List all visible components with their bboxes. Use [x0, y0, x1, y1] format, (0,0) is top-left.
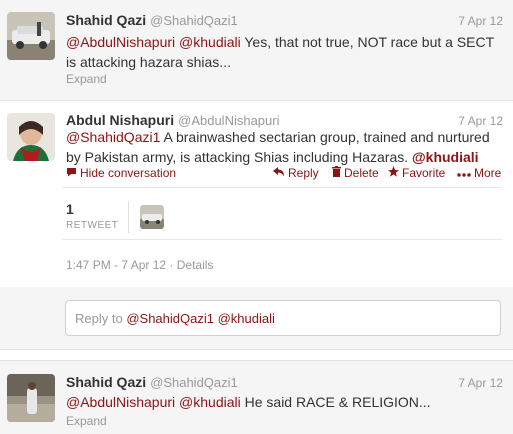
mention-link[interactable]: @AbdulNishapuri — [66, 394, 175, 410]
retweet-count[interactable]: 1 — [66, 201, 74, 217]
tweet-item-expanded: Abdul Nishapuri @AbdulNishapuri 7 Apr 12 … — [0, 101, 513, 288]
retweet-label: RETWEET — [66, 220, 119, 231]
author-name[interactable]: Shahid Qazi @ShahidQazi1 — [66, 374, 238, 390]
more-dots-icon — [457, 166, 471, 180]
author-handle[interactable]: @AbdulNishapuri — [178, 113, 279, 128]
expand-link[interactable]: Expand — [66, 414, 107, 428]
delete-button[interactable]: Delete — [332, 166, 379, 180]
tweet-item[interactable]: Shahid Qazi @ShahidQazi1 7 Apr 12 @AbdulN… — [0, 360, 513, 434]
tweet-date[interactable]: 7 Apr 12 — [458, 376, 503, 390]
mention-link[interactable]: @AbdulNishapuri — [66, 34, 175, 50]
tweet-text: @AbdulNishapuri @khudiali He said RACE &… — [66, 394, 431, 410]
mention-link[interactable]: @khudiali — [179, 394, 241, 410]
favorite-button[interactable]: Favorite — [388, 166, 445, 180]
mention-link[interactable]: @khudiali — [179, 34, 241, 50]
reply-box: Reply to @ShahidQazi1 @khudiali — [0, 287, 513, 350]
avatar[interactable] — [7, 12, 55, 60]
avatar[interactable] — [7, 374, 55, 422]
star-icon — [388, 166, 399, 180]
tweet-item[interactable]: Shahid Qazi @ShahidQazi1 7 Apr 12 @AbdulN… — [0, 0, 513, 101]
reply-arrow-icon — [273, 166, 285, 180]
retweeter-avatar[interactable] — [140, 205, 164, 229]
author-name[interactable]: Shahid Qazi @ShahidQazi1 — [66, 12, 238, 28]
divider — [62, 187, 502, 188]
expand-link[interactable]: Expand — [66, 72, 107, 86]
divider — [128, 201, 129, 233]
author-name[interactable]: Abdul Nishapuri @AbdulNishapuri — [66, 112, 279, 128]
trash-icon — [332, 166, 341, 180]
divider — [62, 239, 502, 240]
author-handle[interactable]: @ShahidQazi1 — [150, 13, 238, 28]
mention-link[interactable]: @ShahidQazi1 — [66, 129, 160, 145]
tweet-text: @ShahidQazi1 A brainwashed sectarian gro… — [66, 129, 490, 165]
mention-link: @ShahidQazi1 — [126, 311, 214, 326]
tweet-timestamp[interactable]: 1:47 PM - 7 Apr 12 — [66, 258, 166, 272]
tweet-actions: Hide conversation Reply Delete Favorite … — [66, 166, 506, 182]
tweet-date[interactable]: 7 Apr 12 — [458, 14, 503, 28]
avatar[interactable] — [7, 113, 55, 161]
tweet-date[interactable]: 7 Apr 12 — [458, 114, 503, 128]
tweet-timestamp-row: 1:47 PM - 7 Apr 12 · Details — [66, 258, 214, 272]
more-button[interactable]: More — [457, 166, 501, 180]
author-handle[interactable]: @ShahidQazi1 — [150, 375, 238, 390]
mention-link: @khudiali — [217, 311, 275, 326]
mention-link[interactable]: @khudiali — [412, 149, 479, 165]
hide-conversation-button[interactable]: Hide conversation — [66, 166, 176, 180]
speech-bubble-icon — [66, 166, 77, 180]
reply-input[interactable]: Reply to @ShahidQazi1 @khudiali — [65, 300, 501, 336]
details-link[interactable]: Details — [177, 258, 214, 272]
reply-button[interactable]: Reply — [273, 166, 319, 180]
tweet-text: @AbdulNishapuri @khudiali Yes, that not … — [66, 34, 494, 70]
